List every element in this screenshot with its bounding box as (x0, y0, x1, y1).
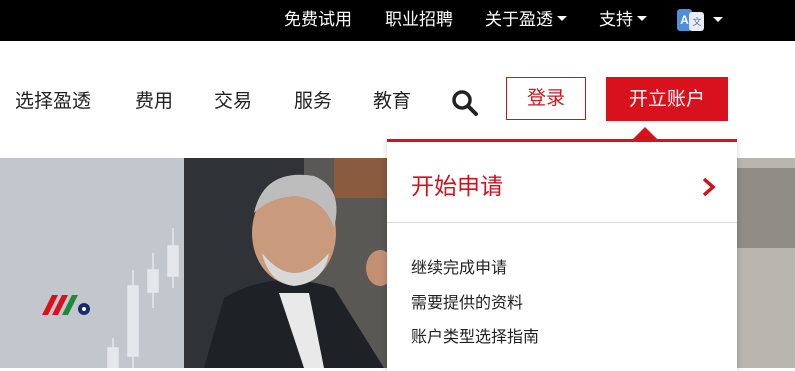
required-documents-link[interactable]: 需要提供的资料 (411, 293, 523, 313)
svg-text:文: 文 (692, 16, 701, 28)
start-application-link[interactable]: 开始申请 (411, 172, 503, 202)
account-type-guide-link[interactable]: 账户类型选择指南 (411, 327, 539, 347)
brand-logo (42, 295, 90, 315)
nav-item-services[interactable]: 服务 (294, 90, 332, 112)
top-utility-bar: 免费试用 职业招聘 关于盈透 支持 A 文 (0, 0, 795, 41)
divider (387, 222, 737, 223)
chevron-down-icon (557, 15, 567, 21)
free-trial-link[interactable]: 免费试用 (284, 9, 352, 31)
login-button[interactable]: 登录 (506, 77, 586, 120)
open-account-button[interactable]: 开立账户 (606, 77, 728, 121)
about-menu-label: 关于盈透 (485, 10, 553, 30)
support-menu-label: 支持 (599, 10, 633, 30)
nav-item-why-ib[interactable]: 选择盈透 (15, 90, 91, 112)
translate-icon[interactable]: A 文 (677, 9, 704, 31)
candlestick-background-graphic (107, 228, 179, 368)
chevron-down-icon (637, 15, 647, 21)
search-icon[interactable] (451, 89, 479, 117)
nav-item-trading[interactable]: 交易 (214, 90, 252, 112)
careers-link[interactable]: 职业招聘 (385, 9, 453, 31)
open-account-dropdown: 开始申请 继续完成申请 需要提供的资料 账户类型选择指南 (387, 139, 737, 371)
hero-chart-panel (0, 158, 184, 368)
chevron-right-icon[interactable] (701, 176, 717, 198)
dropdown-pointer (633, 127, 657, 139)
chevron-down-icon[interactable] (713, 17, 723, 22)
about-menu[interactable]: 关于盈透 (485, 9, 567, 31)
nav-item-education[interactable]: 教育 (373, 90, 411, 112)
continue-application-link[interactable]: 继续完成申请 (411, 258, 507, 278)
svg-text:A: A (680, 13, 689, 27)
support-menu[interactable]: 支持 (599, 9, 647, 31)
nav-item-pricing[interactable]: 费用 (135, 90, 173, 112)
